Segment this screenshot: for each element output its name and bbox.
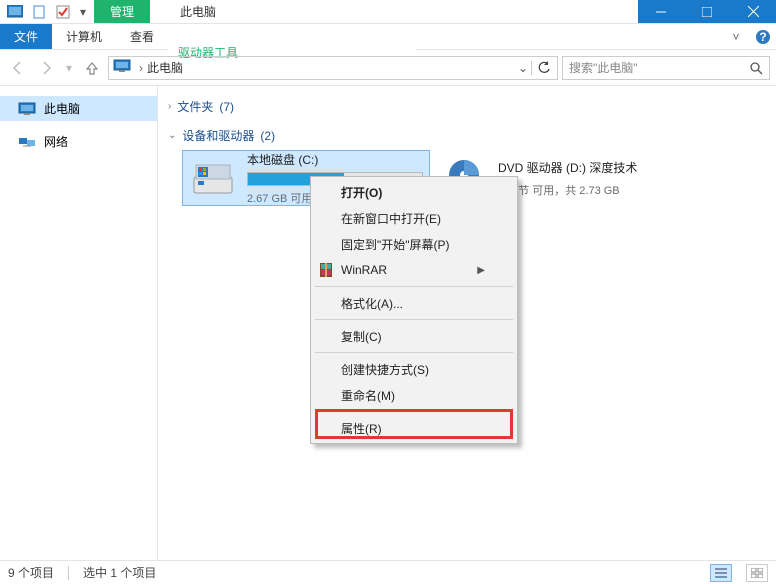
ctx-copy[interactable]: 复制(C) (313, 323, 515, 349)
title-bar: ▾ 管理 此电脑 (0, 0, 776, 24)
network-icon (18, 134, 36, 150)
qat-dropdown-icon[interactable]: ▾ (76, 1, 90, 23)
drive-d-name: DVD 驱动器 (D:) 深度技术 (498, 159, 676, 176)
drive-c-name: 本地磁盘 (C:) (247, 151, 423, 168)
file-tab[interactable]: 文件 (0, 24, 52, 49)
ctx-rename-label: 重命名(M) (341, 387, 395, 404)
ctx-copy-label: 复制(C) (341, 328, 382, 345)
ctx-winrar-label: WinRAR (341, 263, 387, 277)
sidebar-item-label: 此电脑 (44, 100, 80, 117)
ctx-open-label: 打开(O) (341, 184, 382, 201)
quick-access-toolbar: ▾ (0, 0, 94, 23)
context-menu: 打开(O) 在新窗口中打开(E) 固定到"开始"屏幕(P) WinRAR ▶ 格… (310, 176, 518, 444)
status-selected-count: 选中 1 个项目 (83, 564, 156, 581)
pc-icon (18, 101, 36, 117)
window-controls (638, 0, 776, 23)
breadcrumb-this-pc[interactable]: 此电脑 (147, 59, 183, 76)
group-folders-count: (7) (219, 100, 234, 114)
refresh-button[interactable] (531, 61, 555, 75)
search-placeholder: 搜索"此电脑" (569, 59, 638, 76)
close-button[interactable] (730, 0, 776, 23)
maximize-button[interactable] (684, 0, 730, 23)
ctx-properties-label: 属性(R) (341, 420, 382, 437)
ctx-open-new-window[interactable]: 在新窗口中打开(E) (313, 205, 515, 231)
sidebar-item-label: 网络 (44, 133, 68, 150)
submenu-arrow-icon: ▶ (477, 265, 485, 276)
ctx-create-shortcut[interactable]: 创建快捷方式(S) (313, 356, 515, 382)
forward-button[interactable] (34, 56, 58, 80)
up-button[interactable] (80, 56, 104, 80)
group-folders-label: 文件夹 (177, 98, 213, 115)
window-title: 此电脑 (150, 0, 638, 23)
search-icon[interactable] (749, 61, 763, 75)
doc-icon[interactable] (28, 1, 50, 23)
pc-icon (113, 58, 133, 78)
recent-dropdown-icon[interactable]: ▾ (62, 56, 76, 80)
drive-d-subtitle: 0 字节 可用，共 2.73 GB (498, 182, 676, 198)
back-button[interactable] (6, 56, 30, 80)
ctx-open-new-window-label: 在新窗口中打开(E) (341, 210, 441, 227)
ctx-create-shortcut-label: 创建快捷方式(S) (341, 361, 429, 378)
address-dropdown-icon[interactable]: ⌄ (515, 61, 531, 75)
explorer-icon (4, 1, 26, 23)
large-icons-view-button[interactable] (746, 564, 768, 582)
computer-tab[interactable]: 计算机 (52, 24, 116, 49)
sidebar-item-this-pc[interactable]: 此电脑 (0, 96, 157, 121)
ctx-format-label: 格式化(A)... (341, 295, 403, 312)
chevron-down-icon: ⌄ (168, 130, 176, 141)
group-folders[interactable]: › 文件夹 (7) (168, 92, 766, 121)
winrar-icon (317, 261, 335, 279)
hdd-icon (189, 154, 237, 202)
properties-qat-icon[interactable] (52, 1, 74, 23)
address-bar[interactable]: › 此电脑 ⌄ (108, 56, 558, 80)
minimize-button[interactable] (638, 0, 684, 23)
ctx-separator (315, 319, 513, 320)
view-tab-label: 查看 (130, 28, 154, 45)
ctx-open[interactable]: 打开(O) (313, 179, 515, 205)
breadcrumb-separator-icon[interactable]: › (135, 61, 147, 75)
status-bar: 9 个项目 选中 1 个项目 (0, 560, 776, 584)
manage-contextual-tab[interactable]: 管理 (94, 0, 150, 23)
ctx-properties[interactable]: 属性(R) (313, 415, 515, 441)
file-tab-label: 文件 (14, 28, 38, 45)
view-tab[interactable]: 查看 (116, 24, 168, 49)
drive-d-body: DVD 驱动器 (D:) 深度技术 0 字节 可用，共 2.73 GB (498, 159, 676, 198)
group-devices-count: (2) (260, 129, 275, 143)
group-devices-label: 设备和驱动器 (182, 127, 254, 144)
navigation-pane: 此电脑 网络 (0, 86, 158, 560)
details-view-button[interactable] (710, 564, 732, 582)
sidebar-item-network[interactable]: 网络 (0, 129, 157, 154)
ribbon-tabs: 文件 计算机 查看 驱动器工具 ˅ ? (0, 24, 776, 50)
chevron-right-icon: › (168, 101, 171, 112)
navigation-bar: ▾ › 此电脑 ⌄ 搜索"此电脑" (0, 50, 776, 86)
ctx-rename[interactable]: 重命名(M) (313, 382, 515, 408)
status-item-count: 9 个项目 (8, 564, 54, 581)
status-divider (68, 566, 69, 580)
ctx-separator (315, 352, 513, 353)
ctx-pin-start[interactable]: 固定到"开始"屏幕(P) (313, 231, 515, 257)
ribbon-collapse-button[interactable]: ˅ (722, 24, 750, 49)
ctx-pin-start-label: 固定到"开始"屏幕(P) (341, 236, 450, 253)
ctx-separator (315, 411, 513, 412)
ctx-separator (315, 286, 513, 287)
svg-text:?: ? (759, 30, 766, 44)
help-button[interactable]: ? (750, 24, 776, 50)
group-devices[interactable]: ⌄ 设备和驱动器 (2) (168, 121, 766, 150)
ctx-format[interactable]: 格式化(A)... (313, 290, 515, 316)
ctx-winrar[interactable]: WinRAR ▶ (313, 257, 515, 283)
search-box[interactable]: 搜索"此电脑" (562, 56, 770, 80)
computer-tab-label: 计算机 (66, 28, 102, 45)
manage-tab-label: 管理 (110, 3, 134, 20)
